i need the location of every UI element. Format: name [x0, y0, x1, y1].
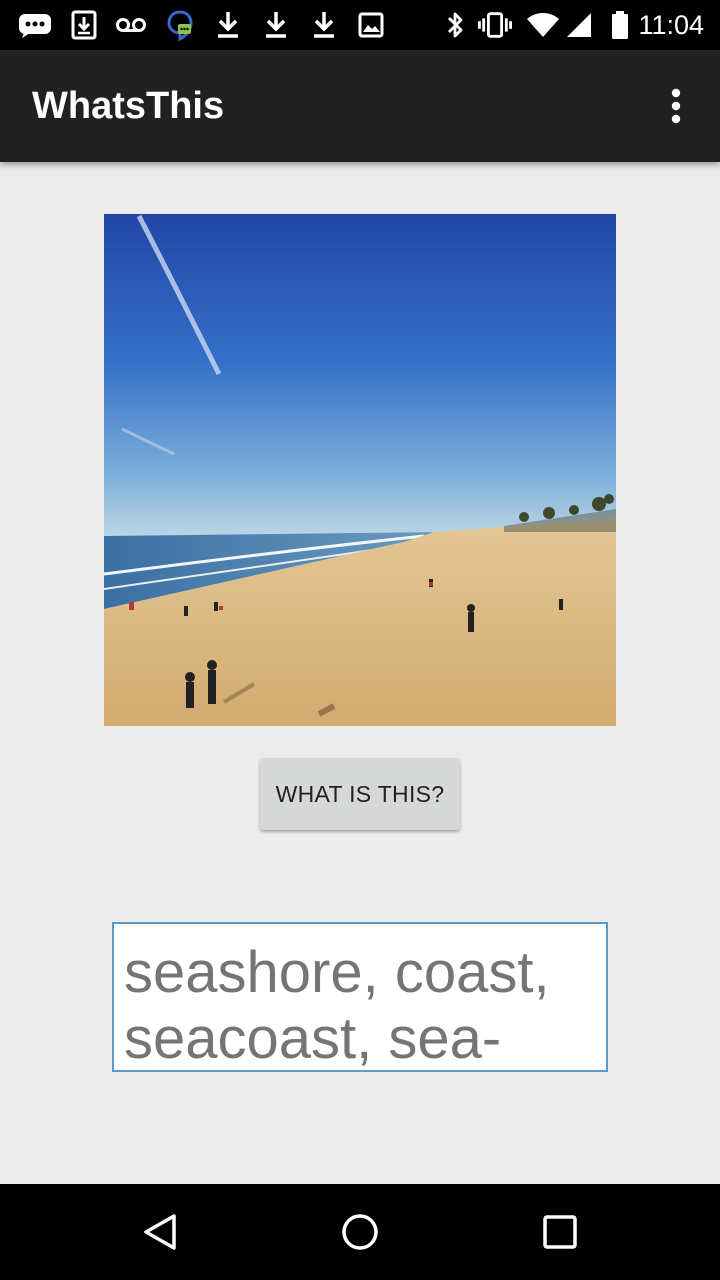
- more-vert-icon[interactable]: [652, 82, 700, 130]
- vibrate-icon: [478, 9, 512, 41]
- what-is-this-button[interactable]: WHAT IS THIS?: [260, 758, 460, 830]
- clock: 11:04: [638, 10, 704, 40]
- bluetooth-icon: [438, 9, 472, 41]
- home-icon[interactable]: [330, 1202, 390, 1262]
- status-bar: 11:04: [0, 0, 720, 50]
- back-icon[interactable]: [130, 1202, 190, 1262]
- download-icon: [259, 9, 293, 41]
- result-field[interactable]: seashore, coast, seacoast, sea-coast: [112, 922, 608, 1072]
- navigation-bar: [0, 1184, 720, 1280]
- voicemail-icon: [114, 9, 148, 41]
- messenger-notification-icon: [18, 9, 52, 41]
- app-bar: WhatsThis: [0, 50, 720, 162]
- download-icon: [307, 9, 341, 41]
- recents-icon[interactable]: [530, 1202, 590, 1262]
- app-title: WhatsThis: [32, 85, 225, 127]
- wifi-icon: [526, 9, 560, 41]
- battery-icon: [603, 9, 637, 41]
- result-text: seashore, coast, seacoast, sea-coast: [124, 940, 550, 1071]
- beach-photo: [104, 214, 616, 726]
- cell-signal-icon: [562, 9, 596, 41]
- download-icon: [211, 9, 245, 41]
- image-icon: [354, 9, 388, 41]
- download-box-icon: [67, 9, 101, 41]
- hangouts-icon: [163, 9, 197, 41]
